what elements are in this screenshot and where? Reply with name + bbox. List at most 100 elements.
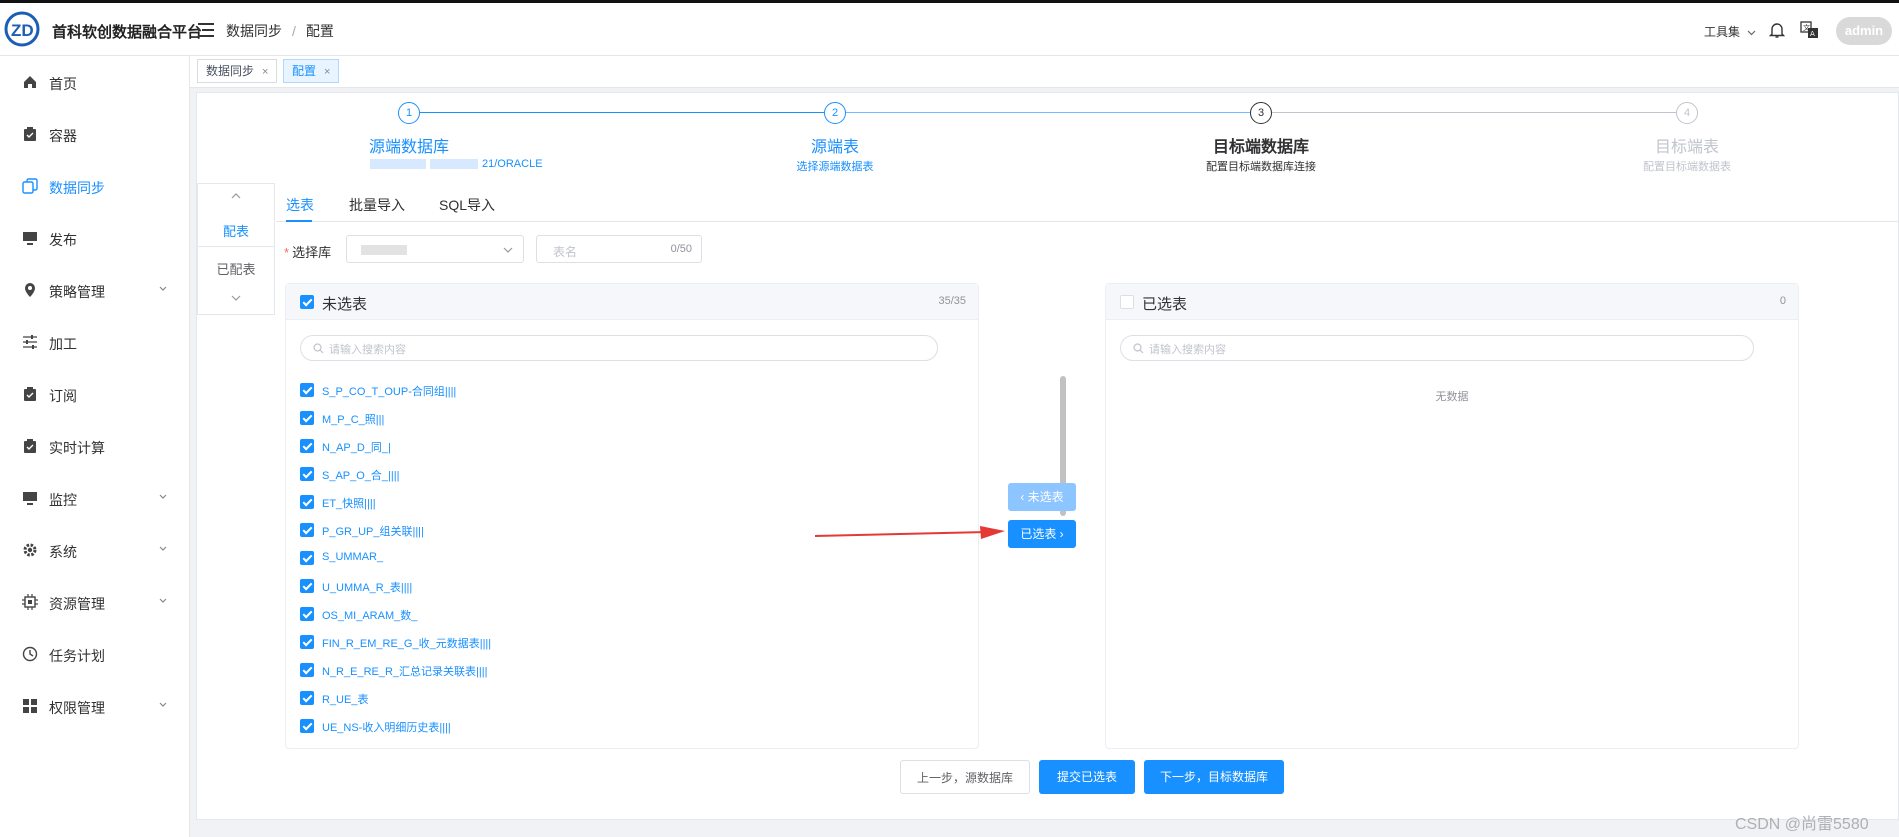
- table-name: N_R_E_RE_R_汇总记录关联表||||: [322, 666, 488, 678]
- row-checkbox[interactable]: [300, 495, 314, 509]
- row-checkbox[interactable]: [300, 467, 314, 481]
- home-icon: [24, 76, 36, 88]
- breadcrumb-item[interactable]: 数据同步: [226, 23, 282, 39]
- table-name-input[interactable]: 表名 0/50: [536, 235, 702, 263]
- svg-text:文: 文: [1803, 23, 1810, 32]
- sidebar-item-process[interactable]: 加工: [0, 316, 190, 368]
- table-name: ET_快照||||: [322, 498, 376, 510]
- clock-icon: [22, 646, 38, 662]
- sidebar-item-label: 系统: [49, 544, 77, 560]
- gear-icon: [23, 543, 37, 557]
- row-checkbox[interactable]: [300, 523, 314, 537]
- sidebar-item-schedule[interactable]: 任务计划: [0, 628, 190, 680]
- sidebar-item-label: 监控: [49, 492, 77, 508]
- vtab-config-table[interactable]: 配表: [198, 221, 274, 240]
- step-3-title: 目标端数据库: [1212, 139, 1309, 156]
- sidebar-item-label: 实时计算: [49, 440, 105, 456]
- selected-panel-header: 已选表 0: [1106, 284, 1798, 320]
- move-to-selected-button[interactable]: 已选表 ›: [1008, 520, 1076, 548]
- unselected-panel-header: 未选表 35/35: [286, 284, 978, 320]
- vtab-configured-table[interactable]: 已配表: [198, 259, 274, 278]
- sidebar-item-label: 加工: [49, 336, 77, 352]
- row-checkbox[interactable]: [300, 411, 314, 425]
- step-4-title: 目标端表: [1654, 139, 1719, 156]
- unselected-search-input[interactable]: 请输入搜索内容: [300, 335, 938, 361]
- sidebar-item-resource[interactable]: 资源管理: [0, 576, 190, 628]
- unselected-title: 未选表: [322, 296, 368, 313]
- chevron-up-icon[interactable]: [231, 192, 241, 200]
- sidebar-item-data-sync[interactable]: 数据同步: [0, 160, 190, 212]
- row-checkbox[interactable]: [300, 439, 314, 453]
- table-name: FIN_R_EM_RE_G_收_元数据表||||: [322, 638, 492, 650]
- step-1-title: 源端数据库: [368, 139, 449, 156]
- search-icon: [313, 343, 324, 354]
- db-select[interactable]: [346, 235, 524, 263]
- sidebar-item-permission[interactable]: 权限管理: [0, 680, 190, 732]
- prev-step-button[interactable]: 上一步，源数据库: [900, 760, 1030, 794]
- tag-config[interactable]: 配置 ×: [283, 59, 340, 83]
- sidebar-item-realtime[interactable]: 实时计算: [0, 420, 190, 472]
- chevron-down-icon[interactable]: [231, 294, 241, 302]
- tab-sql-import[interactable]: SQL导入: [439, 195, 495, 215]
- close-icon[interactable]: ×: [324, 66, 330, 78]
- table-name: S_P_CO_T_OUP-合同组||||: [322, 386, 457, 398]
- tab-select-table[interactable]: 选表: [286, 195, 314, 215]
- sidebar-item-publish[interactable]: 发布: [0, 212, 190, 264]
- chevron-down-icon: [159, 286, 167, 291]
- chevron-down-icon: [159, 702, 167, 707]
- sidebar-item-label: 首页: [49, 76, 77, 92]
- row-checkbox[interactable]: [300, 579, 314, 593]
- watermark: CSDN @尚雷5580: [1735, 816, 1869, 833]
- tab-batch-import[interactable]: 批量导入: [349, 195, 405, 215]
- redacted-block: [430, 159, 478, 170]
- tools-dropdown[interactable]: 工具集: [1704, 23, 1756, 40]
- sidebar-item-subscribe[interactable]: 订阅: [0, 368, 190, 420]
- submit-selected-button[interactable]: 提交已选表: [1039, 760, 1135, 794]
- redacted-block: [370, 159, 426, 170]
- row-checkbox[interactable]: [300, 663, 314, 677]
- row-checkbox[interactable]: [300, 607, 314, 621]
- step-1-desc: 21/ORACLE: [370, 158, 560, 170]
- menu-toggle-icon[interactable]: [198, 23, 214, 37]
- move-to-unselected-button[interactable]: ‹ 未选表: [1008, 483, 1076, 511]
- row-checkbox[interactable]: [300, 383, 314, 397]
- svg-text:ZD: ZD: [11, 21, 34, 40]
- redacted-block: [361, 245, 407, 255]
- step-2-desc: 选择源端数据表: [796, 161, 874, 173]
- unselected-count: 35/35: [938, 295, 966, 307]
- translate-icon[interactable]: 文 A: [1800, 21, 1820, 39]
- select-all-checkbox[interactable]: [1120, 295, 1134, 309]
- sidebar-item-container[interactable]: 容器: [0, 108, 190, 160]
- step-1-desc-text: 21/ORACLE: [482, 158, 543, 170]
- sidebar-item-home[interactable]: 首页: [0, 56, 190, 108]
- sidebar-item-system[interactable]: 系统: [0, 524, 190, 576]
- close-icon[interactable]: ×: [262, 66, 268, 78]
- table-name: U_UMMA_R_表||||: [322, 582, 413, 594]
- select-all-checkbox[interactable]: [300, 295, 314, 309]
- vertical-tabs: 配表 已配表: [197, 183, 275, 315]
- table-name-placeholder: 表名: [553, 245, 578, 259]
- user-avatar[interactable]: admin: [1836, 17, 1892, 45]
- row-checkbox[interactable]: [300, 635, 314, 649]
- row-checkbox[interactable]: [300, 551, 314, 565]
- sidebar-item-monitor[interactable]: 监控: [0, 472, 190, 524]
- sidebar-item-label: 资源管理: [49, 596, 105, 612]
- db-label: * 选择库: [284, 245, 332, 260]
- tag-label: 数据同步: [206, 64, 255, 78]
- tag-data-sync[interactable]: 数据同步 ×: [197, 59, 278, 83]
- selected-count: 0: [1779, 295, 1786, 307]
- app-title: 首科软创数据融合平台: [52, 24, 203, 41]
- table-name-counter: 0/50: [670, 243, 692, 255]
- selected-search-input[interactable]: 请输入搜索内容: [1120, 335, 1754, 361]
- sliders-icon: [23, 335, 37, 349]
- active-tab-indicator: [286, 220, 312, 222]
- bell-icon[interactable]: [1768, 21, 1786, 39]
- row-checkbox[interactable]: [300, 691, 314, 705]
- empty-state: 无数据: [1435, 391, 1469, 403]
- next-step-button[interactable]: 下一步，目标数据库: [1144, 760, 1284, 794]
- row-checkbox[interactable]: [300, 719, 314, 733]
- chevron-down-icon: [503, 247, 513, 253]
- table-name: M_P_C_照|||: [322, 414, 385, 426]
- table-name: S_AP_O_合_||||: [322, 470, 400, 482]
- sidebar-item-strategy[interactable]: 策略管理: [0, 264, 190, 316]
